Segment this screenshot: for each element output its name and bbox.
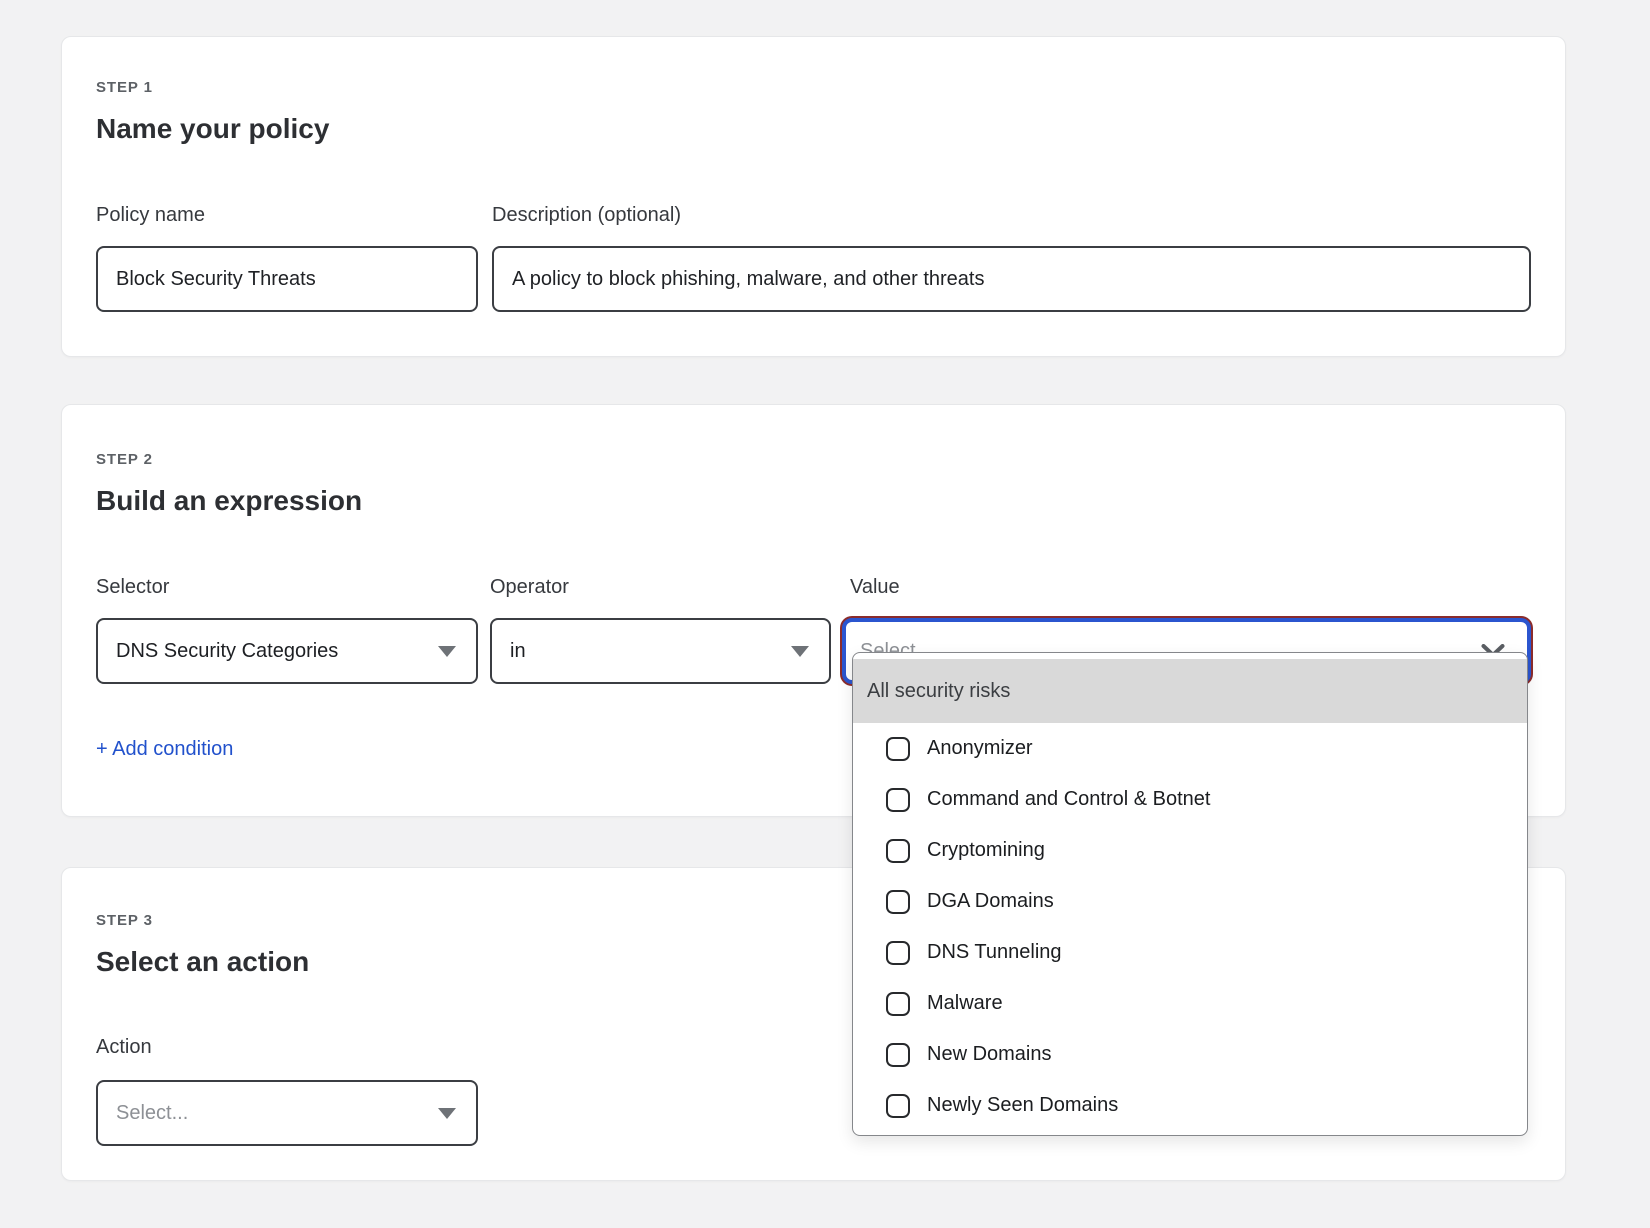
- add-condition-link[interactable]: + Add condition: [96, 736, 233, 762]
- caret-down-icon: [791, 646, 809, 657]
- dropdown-option-all-security-risks[interactable]: All security risks: [853, 659, 1527, 723]
- dropdown-option[interactable]: New Domains: [853, 1029, 1527, 1080]
- option-checkbox[interactable]: [886, 839, 910, 863]
- option-label: Command and Control & Botnet: [927, 788, 1211, 811]
- dropdown-option[interactable]: Command and Control & Botnet: [853, 774, 1527, 825]
- description-label: Description (optional): [492, 202, 1531, 228]
- dropdown-option[interactable]: Cryptomining: [853, 825, 1527, 876]
- option-checkbox[interactable]: [886, 1094, 910, 1118]
- option-label: Anonymizer: [927, 737, 1033, 760]
- option-label: DGA Domains: [927, 890, 1054, 913]
- selector-select[interactable]: DNS Security Categories: [96, 618, 478, 684]
- policy-builder-page: STEP 1 Name your policy Policy name Desc…: [0, 0, 1650, 1228]
- value-label: Value: [850, 574, 1531, 600]
- selector-select-value: DNS Security Categories: [116, 640, 338, 663]
- action-select[interactable]: Select...: [96, 1080, 478, 1146]
- dropdown-option[interactable]: Malware: [853, 978, 1527, 1029]
- option-checkbox[interactable]: [886, 941, 910, 965]
- description-input[interactable]: [492, 246, 1531, 312]
- operator-label: Operator: [490, 574, 831, 600]
- option-label: Cryptomining: [927, 839, 1045, 862]
- operator-select-value: in: [510, 640, 526, 663]
- step1-card: STEP 1 Name your policy Policy name Desc…: [61, 36, 1566, 357]
- policy-name-label: Policy name: [96, 202, 478, 228]
- action-select-placeholder: Select...: [116, 1102, 188, 1125]
- option-checkbox[interactable]: [886, 890, 910, 914]
- step1-label: STEP 1: [96, 79, 1531, 97]
- option-label: DNS Tunneling: [927, 941, 1062, 964]
- step2-card: STEP 2 Build an expression Selector DNS …: [61, 404, 1566, 817]
- dropdown-option[interactable]: Newly Seen Domains: [853, 1080, 1527, 1131]
- step1-title: Name your policy: [96, 111, 1531, 147]
- caret-down-icon: [438, 1108, 456, 1119]
- option-label: Malware: [927, 992, 1003, 1015]
- operator-select[interactable]: in: [490, 618, 831, 684]
- action-label: Action: [96, 1034, 478, 1060]
- step2-title: Build an expression: [96, 483, 1531, 519]
- dropdown-option[interactable]: DNS Tunneling: [853, 927, 1527, 978]
- selector-label: Selector: [96, 574, 478, 600]
- caret-down-icon: [438, 646, 456, 657]
- dropdown-option[interactable]: DGA Domains: [853, 876, 1527, 927]
- option-checkbox[interactable]: [886, 992, 910, 1016]
- value-dropdown-panel: All security risks Anonymizer Command an…: [852, 652, 1528, 1136]
- option-checkbox[interactable]: [886, 1043, 910, 1067]
- option-label: Newly Seen Domains: [927, 1094, 1118, 1117]
- option-checkbox[interactable]: [886, 788, 910, 812]
- option-label: New Domains: [927, 1043, 1051, 1066]
- step2-label: STEP 2: [96, 451, 1531, 469]
- policy-name-input[interactable]: [96, 246, 478, 312]
- dropdown-option[interactable]: Anonymizer: [853, 723, 1527, 774]
- option-checkbox[interactable]: [886, 737, 910, 761]
